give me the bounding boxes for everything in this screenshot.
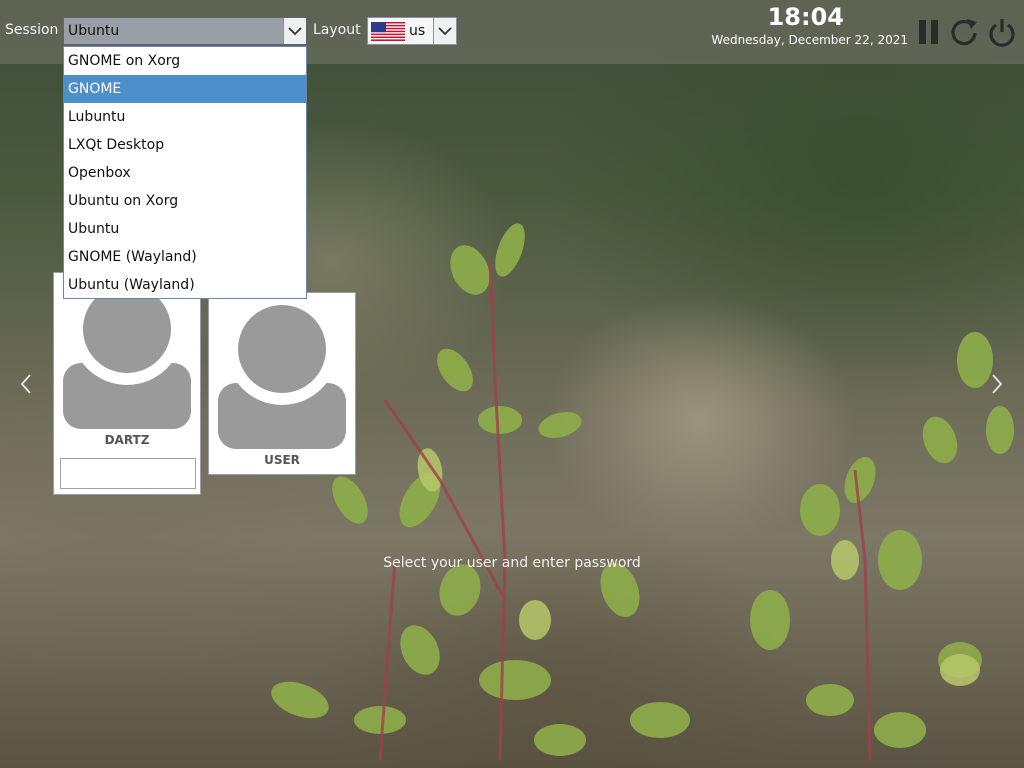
session-dropdown-list: GNOME on Xorg GNOME Lubuntu LXQt Desktop… bbox=[63, 46, 307, 299]
clock-date: Wednesday, December 22, 2021 bbox=[711, 33, 908, 47]
chevron-left-icon[interactable] bbox=[19, 372, 33, 396]
suspend-button[interactable] bbox=[914, 16, 944, 48]
user-name: DARTZ bbox=[104, 433, 150, 447]
restart-button[interactable] bbox=[950, 16, 980, 48]
session-option[interactable]: Openbox bbox=[64, 159, 306, 187]
session-option[interactable]: GNOME (Wayland) bbox=[64, 243, 306, 271]
login-hint: Select your user and enter password bbox=[383, 555, 641, 571]
password-input[interactable] bbox=[60, 458, 196, 489]
session-option[interactable]: Ubuntu on Xorg bbox=[64, 187, 306, 215]
user-card-dartz[interactable]: DARTZ bbox=[53, 272, 201, 495]
pause-icon bbox=[919, 20, 938, 44]
chevron-down-icon bbox=[438, 27, 452, 36]
us-flag-icon bbox=[371, 22, 405, 41]
user-name: USER bbox=[264, 453, 300, 467]
session-option[interactable]: LXQt Desktop bbox=[64, 131, 306, 159]
layout-dropdown-button[interactable] bbox=[433, 18, 456, 44]
session-option[interactable]: Ubuntu bbox=[64, 215, 306, 243]
session-option[interactable]: Lubuntu bbox=[64, 103, 306, 131]
chevron-right-icon[interactable] bbox=[990, 372, 1004, 396]
session-select[interactable]: Ubuntu bbox=[63, 17, 307, 45]
session-select-value: Ubuntu bbox=[68, 23, 120, 39]
session-option[interactable]: Ubuntu (Wayland) bbox=[64, 271, 306, 299]
chevron-down-icon bbox=[288, 27, 302, 36]
session-option-highlighted[interactable]: GNOME bbox=[64, 75, 306, 103]
shutdown-button[interactable] bbox=[987, 16, 1017, 48]
session-dropdown-button[interactable] bbox=[283, 18, 306, 44]
session-option[interactable]: GNOME on Xorg bbox=[64, 47, 306, 75]
layout-select[interactable]: us bbox=[367, 17, 457, 45]
clock-time: 18:04 bbox=[767, 3, 844, 31]
restart-icon bbox=[951, 19, 977, 46]
power-icon bbox=[989, 19, 1015, 47]
user-card-user[interactable]: USER bbox=[208, 292, 356, 475]
user-avatar-icon bbox=[218, 293, 346, 449]
session-label: Session bbox=[5, 22, 59, 38]
layout-select-value: us bbox=[409, 23, 426, 39]
layout-label: Layout bbox=[313, 22, 361, 38]
